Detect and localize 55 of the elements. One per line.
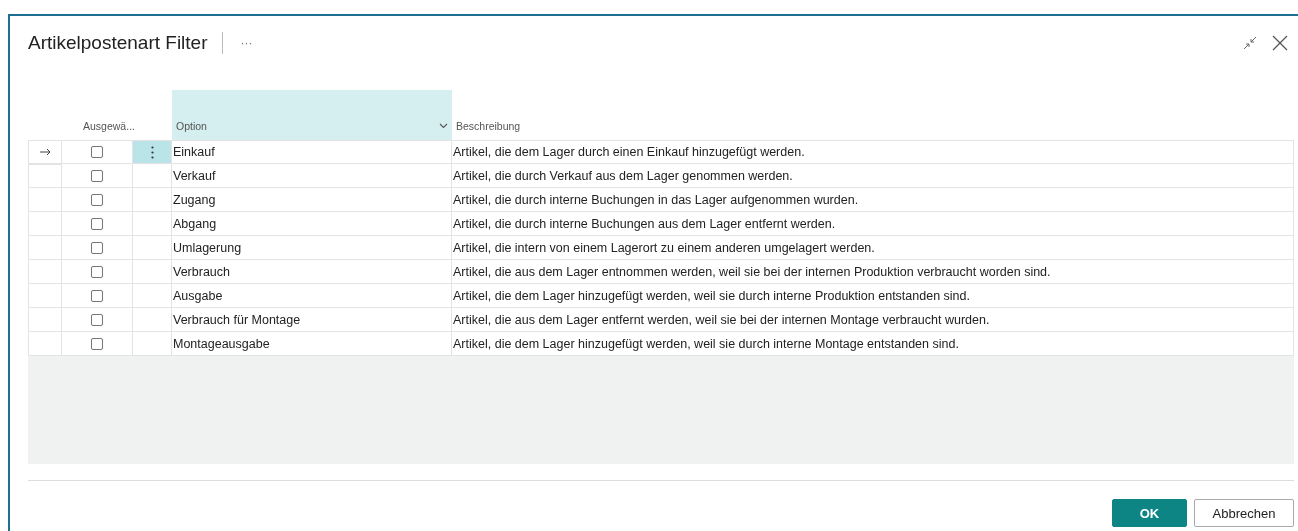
row-selector-cell[interactable] [28,212,62,236]
column-header[interactable]: Option [172,90,452,140]
row-actions-cell[interactable] [133,284,172,308]
row-actions-cell[interactable] [133,164,172,188]
cancel-button[interactable]: Abbrechen [1194,499,1294,527]
row-actions-cell[interactable] [133,308,172,332]
table-cell: Artikel, die dem Lager durch einen Einkauf hinzugefügt werden. [452,140,1294,164]
row-selector-cell[interactable] [28,332,62,356]
row-actions-cell[interactable] [133,236,172,260]
more-vertical-icon[interactable] [150,145,154,159]
table-cell: Artikel, die aus dem Lager entnommen werden, weil sie bei der internen Produktion verbraucht worden sind. [452,260,1294,284]
checkbox[interactable] [91,146,103,158]
more-actions-button[interactable]: ··· [236,36,257,50]
table-cell: Artikel, die aus dem Lager entfernt werden, weil sie bei der internen Montage verbraucht wurden. [452,308,1294,332]
table-cell: Verkauf [172,164,452,188]
current-row-arrow-icon [39,148,51,156]
checkbox[interactable] [91,241,103,254]
table-cell: Artikel, die dem Lager hinzugefügt werden, weil sie durch interne Montage entstanden sind. [452,332,1294,356]
checkbox[interactable] [91,193,103,206]
row-selector-cell[interactable] [28,164,62,188]
table-cell: Artikel, die durch interne Buchungen in das Lager aufgenommen wurden. [452,188,1294,212]
row-selector-cell[interactable] [28,140,62,164]
checkbox[interactable] [91,337,103,350]
checkbox[interactable] [91,169,103,182]
collapse-icon[interactable] [1242,35,1258,51]
checkbox[interactable] [91,217,103,230]
row-selector-cell[interactable] [28,188,62,212]
checkbox[interactable] [91,265,103,278]
table-cell: Artikel, die dem Lager hinzugefügt werden, weil sie durch interne Produktion entstanden sind. [452,284,1294,308]
table-cell: Artikel, die durch Verkauf aus dem Lager genommen werden. [452,164,1294,188]
table-cell: Verbrauch [172,260,452,284]
table-cell: Ausgabe [172,284,452,308]
table-cell: Verbrauch für Montage [172,308,452,332]
table-cell: Zugang [172,188,452,212]
table-cell: Umlagerung [172,236,452,260]
row-actions-cell[interactable] [133,260,172,284]
table-cell: Artikel, die intern von einem Lagerort zu einem anderen umgelagert werden. [452,236,1294,260]
row-selector-cell[interactable] [28,284,62,308]
chevron-down-icon[interactable] [439,123,448,129]
dialog-title: Artikelpostenart Filter [28,32,208,54]
row-selector-cell[interactable] [28,260,62,284]
row-actions-cell[interactable] [133,188,172,212]
checkbox[interactable] [91,313,103,326]
table-cell: Einkauf [172,140,452,164]
table-cell: Abgang [172,212,452,236]
row-selector-cell[interactable] [28,308,62,332]
row-actions-cell[interactable] [133,140,172,164]
row-actions-cell[interactable] [133,212,172,236]
ok-button[interactable]: OK [1112,499,1187,527]
table-cell: Artikel, die durch interne Buchungen aus dem Lager entfernt werden. [452,212,1294,236]
checkbox[interactable] [91,289,103,302]
row-actions-cell[interactable] [133,332,172,356]
table-cell: Montageausgabe [172,332,452,356]
close-icon[interactable] [1272,35,1288,51]
row-selector-cell[interactable] [28,236,62,260]
